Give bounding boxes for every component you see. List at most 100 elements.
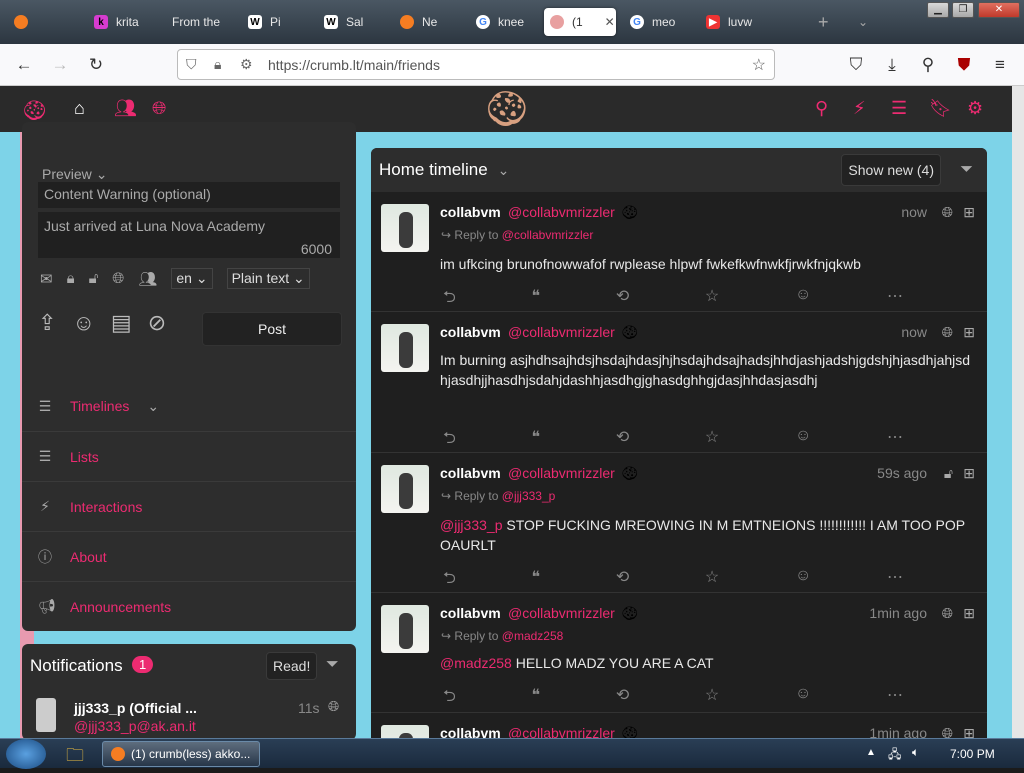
start-button[interactable] xyxy=(6,739,46,769)
avatar[interactable] xyxy=(381,324,429,372)
reply-to-handle[interactable]: @madz258 xyxy=(502,629,564,643)
sidebar-item-about[interactable]: ⓘ About xyxy=(22,531,356,581)
lock-icon[interactable]: 🔒︎ xyxy=(67,270,75,287)
shield-icon[interactable]: ⛉ xyxy=(186,56,197,73)
tab-crumb-active[interactable]: (1 ✕ xyxy=(544,8,616,36)
avatar[interactable] xyxy=(36,698,56,732)
filter-icon[interactable]: ⏷ xyxy=(326,656,339,674)
status-user-name[interactable]: collabvm xyxy=(440,324,501,340)
minimize-icon[interactable]: ▁ xyxy=(927,2,949,18)
globe-icon[interactable]: 🌐︎ xyxy=(112,270,124,287)
bookmark-icon[interactable]: 🔖︎ xyxy=(929,98,952,119)
bookmark-star-icon[interactable]: ☆ xyxy=(752,55,766,75)
taskbar-firefox-window[interactable]: (1) crumb(less) akko... xyxy=(102,741,260,767)
quote-icon[interactable]: ❝ xyxy=(532,427,541,454)
repeat-icon[interactable]: ⟲ xyxy=(616,286,629,313)
tab-wikipedia-2[interactable]: W Sal xyxy=(318,8,378,36)
expand-icon[interactable]: ⊞ xyxy=(963,204,975,221)
reply-icon[interactable]: ⮌ xyxy=(443,286,456,313)
cookie-logo-center-icon[interactable]: 🍪︎ xyxy=(484,88,530,130)
sidebar-item-interactions[interactable]: ⚡︎ Interactions xyxy=(22,481,356,531)
maximize-icon[interactable]: ❐ xyxy=(952,2,974,18)
quote-icon[interactable]: ❝ xyxy=(532,685,541,712)
emoji-react-icon[interactable]: ☺ xyxy=(795,427,811,454)
favorite-star-icon[interactable]: ☆ xyxy=(705,567,719,594)
status-timestamp[interactable]: now xyxy=(901,324,927,340)
expand-icon[interactable]: ⊞ xyxy=(963,465,975,482)
reply-to-handle[interactable]: @collabvmrizzler xyxy=(502,228,594,242)
back-arrow-icon[interactable]: ← xyxy=(12,53,36,77)
tab-list-chevron-icon[interactable]: ⌄ xyxy=(852,8,872,36)
new-tab-icon[interactable]: + xyxy=(812,8,832,36)
filter-icon[interactable]: ⏷ xyxy=(960,161,973,179)
avatar[interactable] xyxy=(381,605,429,653)
unlock-icon[interactable]: 🔓︎ xyxy=(89,270,99,287)
repeat-icon[interactable]: ⟲ xyxy=(616,567,629,594)
downloads-icon[interactable]: ⤓ xyxy=(880,53,904,77)
users-icon[interactable]: 👥︎ xyxy=(114,98,137,119)
sidebar-item-lists[interactable]: ☰ Lists xyxy=(22,431,356,481)
preview-toggle[interactable]: Preview ⌄ xyxy=(42,166,107,183)
list-icon[interactable]: ☰ xyxy=(891,98,907,119)
status-user-name[interactable]: collabvm xyxy=(440,605,501,621)
emoji-icon[interactable]: ☺ xyxy=(72,310,94,336)
search-icon[interactable]: ⚲ xyxy=(815,98,828,119)
address-bar[interactable]: ⛉ 🔒︎ ⚙ https://crumb.lt/main/friends ☆ xyxy=(177,49,775,80)
window-close-icon[interactable]: ✕ xyxy=(978,2,1020,18)
forward-arrow-icon[interactable]: → xyxy=(48,53,72,77)
sidebar-item-timelines[interactable]: ☰ Timelines ⌄ xyxy=(22,381,356,431)
language-select[interactable]: en ⌄ xyxy=(171,268,213,289)
avatar[interactable] xyxy=(381,204,429,252)
volume-muted-icon[interactable]: 🔈︎ xyxy=(912,745,919,760)
close-tab-icon[interactable]: ✕ xyxy=(605,15,615,29)
chevron-down-icon[interactable]: ⌄ xyxy=(498,162,510,179)
url-text[interactable]: https://crumb.lt/main/friends xyxy=(268,57,440,73)
globe-icon[interactable]: 🌐︎ xyxy=(152,98,166,119)
mark-read-button[interactable]: Read! xyxy=(266,652,318,680)
status-user-handle[interactable]: @collabvmrizzler xyxy=(508,324,615,340)
upload-icon[interactable]: ⇪ xyxy=(38,310,56,336)
status-timestamp[interactable]: now xyxy=(901,204,927,220)
reply-to-handle[interactable]: @jjj333_p xyxy=(502,489,556,503)
expand-icon[interactable]: ⊞ xyxy=(963,725,975,738)
more-icon[interactable]: ⋯ xyxy=(887,286,903,313)
tray-up-arrow-icon[interactable]: ▲ xyxy=(866,747,876,758)
more-icon[interactable]: ⋯ xyxy=(887,685,903,712)
quote-icon[interactable]: ❝ xyxy=(532,567,541,594)
reply-icon[interactable]: ⮌ xyxy=(443,685,456,712)
expand-icon[interactable]: ⊞ xyxy=(963,324,975,341)
status-user-handle[interactable]: @collabvmrizzler xyxy=(508,605,615,621)
reload-icon[interactable]: ↻ xyxy=(84,53,108,77)
status-timestamp[interactable]: 59s ago xyxy=(877,465,927,481)
tab-from-the[interactable]: From the xyxy=(166,8,226,36)
pocket-icon[interactable]: ⛉ xyxy=(844,53,868,77)
repeat-icon[interactable]: ⟲ xyxy=(616,685,629,712)
quote-icon[interactable]: ❝ xyxy=(532,286,541,313)
tab-youtube[interactable]: ▶ luvw xyxy=(700,8,760,36)
status-user-handle[interactable]: @collabvmrizzler xyxy=(508,465,615,481)
emoji-react-icon[interactable]: ☺ xyxy=(795,685,811,712)
page-scrollbar[interactable] xyxy=(1012,86,1024,738)
home-icon[interactable]: ⌂ xyxy=(74,98,85,119)
tab-firefox[interactable]: Ne xyxy=(394,8,454,36)
firefox-menu-icon[interactable] xyxy=(8,8,38,36)
status-user-name[interactable]: collabvm xyxy=(440,204,501,220)
reply-icon[interactable]: ⮌ xyxy=(443,427,456,454)
favorite-star-icon[interactable]: ☆ xyxy=(705,427,719,454)
favorite-star-icon[interactable]: ☆ xyxy=(705,685,719,712)
ublock-icon[interactable]: ⛊ xyxy=(952,53,976,77)
mention-link[interactable]: @jjj333_p xyxy=(440,517,502,533)
clock[interactable]: 7:00 PM xyxy=(950,747,995,761)
permissions-icon[interactable]: ⚙ xyxy=(240,56,253,73)
tab-google-knee[interactable]: Gknee xyxy=(470,8,530,36)
expand-icon[interactable]: ⊞ xyxy=(963,605,975,622)
settings-gear-icon[interactable]: ⚙ xyxy=(967,98,983,119)
more-icon[interactable]: ⋯ xyxy=(887,427,903,454)
explorer-icon[interactable]: 🗀 xyxy=(66,743,84,773)
extensions-icon[interactable]: ⚲ xyxy=(916,53,940,77)
mention-link[interactable]: @madz258 xyxy=(440,655,512,671)
lock-icon[interactable]: 🔒︎ xyxy=(214,56,221,73)
timeline-title[interactable]: Home timeline xyxy=(379,160,488,180)
status-user-name[interactable]: collabvm xyxy=(440,725,501,738)
emoji-react-icon[interactable]: ☺ xyxy=(795,286,811,313)
